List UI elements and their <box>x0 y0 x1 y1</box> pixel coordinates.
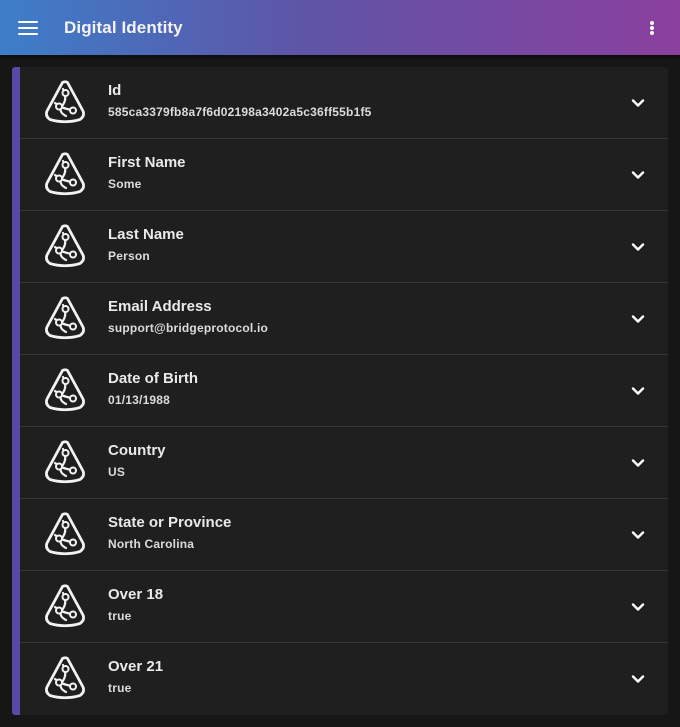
claim-label: Id <box>108 82 122 99</box>
claim-label: Over 21 <box>108 658 164 675</box>
claim-label: First Name <box>108 154 186 171</box>
chevron-down-icon[interactable] <box>630 239 646 255</box>
claim-item[interactable]: First Name Some <box>20 139 668 211</box>
claim-label: Last Name <box>108 226 184 243</box>
claim-item[interactable]: Id 585ca3379fb8a7f6d02198a3402a5c36ff55b… <box>20 67 668 139</box>
bridge-protocol-icon <box>45 584 85 628</box>
chevron-down-icon[interactable] <box>630 95 646 111</box>
chevron-down-icon[interactable] <box>630 527 646 543</box>
bridge-protocol-icon <box>45 296 85 340</box>
bridge-protocol-icon <box>45 152 85 196</box>
claim-value: true <box>108 609 132 623</box>
bridge-protocol-icon <box>45 224 85 268</box>
claim-value: North Carolina <box>108 537 195 551</box>
claim-label: State or Province <box>108 514 232 531</box>
claim-value: 01/13/1988 <box>108 393 171 407</box>
claim-label: Country <box>108 442 166 459</box>
chevron-down-icon[interactable] <box>630 167 646 183</box>
claim-item[interactable]: Date of Birth 01/13/1988 <box>20 355 668 427</box>
bridge-protocol-icon <box>45 440 85 484</box>
claim-value: 585ca3379fb8a7f6d02198a3402a5c36ff55b1f5 <box>108 105 372 119</box>
chevron-down-icon[interactable] <box>630 455 646 471</box>
chevron-down-icon[interactable] <box>630 311 646 327</box>
claim-label: Over 18 <box>108 586 164 603</box>
chevron-down-icon[interactable] <box>630 671 646 687</box>
bridge-protocol-icon <box>45 656 85 700</box>
chevron-down-icon[interactable] <box>630 383 646 399</box>
hamburger-menu-icon[interactable] <box>10 10 46 46</box>
claim-item[interactable]: Last Name Person <box>20 211 668 283</box>
claim-value: support@bridgeprotocol.io <box>108 321 269 335</box>
bridge-protocol-icon <box>45 512 85 556</box>
claim-item[interactable]: Over 21 true <box>20 643 668 715</box>
claim-value: Some <box>108 177 142 191</box>
page-title: Digital Identity <box>64 18 183 37</box>
claim-item[interactable]: Over 18 true <box>20 571 668 643</box>
claim-value: Person <box>108 249 150 263</box>
chevron-down-icon[interactable] <box>630 599 646 615</box>
claim-item[interactable]: State or Province North Carolina <box>20 499 668 571</box>
claim-item[interactable]: Country US <box>20 427 668 499</box>
claim-label: Date of Birth <box>108 370 198 387</box>
bridge-protocol-icon <box>45 368 85 412</box>
claim-item[interactable]: Email Address support@bridgeprotocol.io <box>20 283 668 355</box>
claim-value: true <box>108 681 132 695</box>
claim-value: US <box>108 465 126 479</box>
bridge-protocol-icon <box>45 80 85 124</box>
claims-card: Id 585ca3379fb8a7f6d02198a3402a5c36ff55b… <box>12 67 668 715</box>
claims-list: Id 585ca3379fb8a7f6d02198a3402a5c36ff55b… <box>20 67 668 715</box>
app-bar: Digital Identity <box>0 0 680 55</box>
more-vert-icon[interactable] <box>640 14 664 42</box>
claim-label: Email Address <box>108 298 212 315</box>
